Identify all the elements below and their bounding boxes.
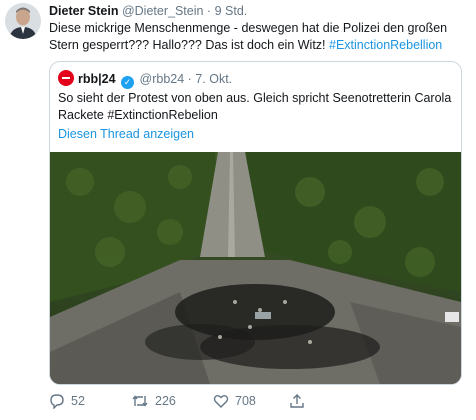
tweet-header: Dieter Stein @Dieter_Stein · 9 Std. <box>49 3 247 19</box>
avatar-image <box>5 3 41 39</box>
retweet-icon <box>132 395 148 407</box>
quoted-tweet-time[interactable]: 7. Okt. <box>195 72 232 86</box>
retweet-count: 226 <box>155 394 176 408</box>
quoted-tweet-text: So sieht der Protest von oben aus. Gleic… <box>58 91 452 122</box>
quoted-author-name[interactable]: rbb|24 <box>78 72 116 86</box>
hashtag-link[interactable]: #ExtinctionRebellion <box>329 38 442 52</box>
aerial-protest-photo[interactable] <box>50 152 461 384</box>
separator-dot: · <box>206 4 212 18</box>
tweet-time[interactable]: 9 Std. <box>215 4 248 18</box>
rbb-logo-icon <box>58 70 74 86</box>
author-name[interactable]: Dieter Stein <box>49 4 118 18</box>
share-button[interactable] <box>289 393 311 409</box>
reply-icon <box>50 394 64 409</box>
tweet-text: Diese mickrige Menschenmenge - deswegen … <box>49 20 464 54</box>
verified-badge-icon: ✓ <box>121 76 135 89</box>
reply-button[interactable]: 52 <box>49 393 85 409</box>
heart-icon <box>213 395 229 408</box>
share-icon <box>290 394 304 408</box>
tweet-actions: 52 226 708 <box>49 393 469 413</box>
reply-count: 52 <box>71 394 85 408</box>
quoted-tweet[interactable]: rbb|24 ✓ @rbb24 · 7. Okt. So sieht der P… <box>49 61 462 385</box>
quoted-author-handle[interactable]: @rbb24 <box>140 72 185 86</box>
quoted-tweet-header: rbb|24 ✓ @rbb24 · 7. Okt. <box>58 70 232 89</box>
retweet-button[interactable]: 226 <box>131 393 176 409</box>
author-handle[interactable]: @Dieter_Stein <box>122 4 203 18</box>
like-button[interactable]: 708 <box>213 393 256 409</box>
separator-dot: · <box>187 72 192 86</box>
show-thread-link[interactable]: Diesen Thread anzeigen <box>58 126 194 142</box>
like-count: 708 <box>235 394 256 408</box>
author-avatar[interactable] <box>5 3 41 39</box>
